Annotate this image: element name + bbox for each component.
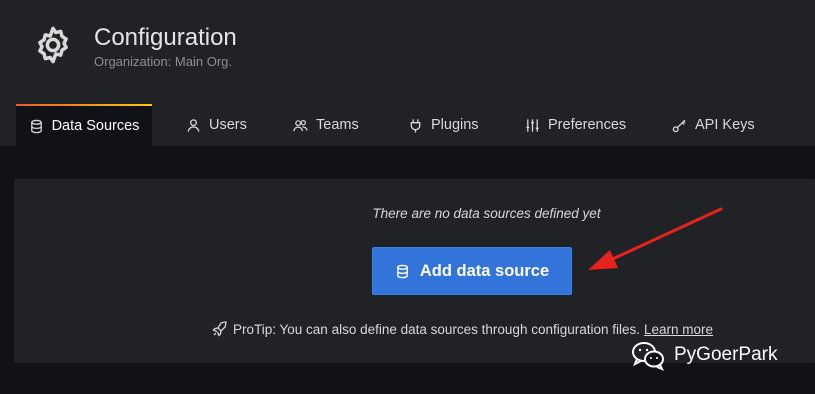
sliders-icon: [526, 118, 539, 132]
tab-label: Preferences: [548, 117, 627, 133]
page-title: Configuration: [94, 24, 237, 51]
watermark: PyGoerPark: [630, 339, 777, 371]
rocket-icon: [212, 321, 227, 337]
learn-more-link[interactable]: Learn more: [644, 322, 713, 337]
database-icon: [30, 119, 42, 133]
tab-api-keys[interactable]: API Keys: [672, 104, 755, 146]
tab-teams[interactable]: Teams: [293, 104, 359, 146]
tab-label: API Keys: [695, 117, 755, 133]
user-icon: [187, 118, 200, 132]
users-icon: [293, 119, 308, 131]
protip-text: ProTip: You can also define data sources…: [233, 321, 641, 337]
tab-users[interactable]: Users: [186, 104, 247, 146]
wechat-icon: [632, 342, 665, 371]
tab-label: Plugins: [431, 117, 479, 133]
tab-label: Data Sources: [51, 118, 140, 134]
plug-icon: [410, 118, 421, 133]
add-data-source-label: Add data source: [419, 261, 550, 280]
watermark-text: PyGoerPark: [674, 344, 778, 365]
tab-label: Teams: [316, 117, 359, 133]
tab-preferences[interactable]: Preferences: [525, 104, 626, 146]
add-data-source-button[interactable]: Add data source: [372, 247, 572, 295]
protip: ProTip: You can also define data sources…: [212, 321, 713, 337]
annotation-arrow: [588, 207, 723, 270]
page-header: Configuration Organization: Main Org. Da…: [0, 0, 815, 146]
tab-data-sources[interactable]: Data Sources: [16, 104, 152, 146]
tab-plugins[interactable]: Plugins: [408, 104, 479, 146]
key-icon: [672, 119, 686, 132]
gear-icon: [38, 26, 68, 64]
page-subtitle: Organization: Main Org.: [94, 54, 233, 69]
database-icon: [396, 264, 408, 278]
tab-bar: Data Sources Users Teams Plugins Prefere…: [0, 104, 815, 146]
tab-label: Users: [209, 117, 247, 133]
